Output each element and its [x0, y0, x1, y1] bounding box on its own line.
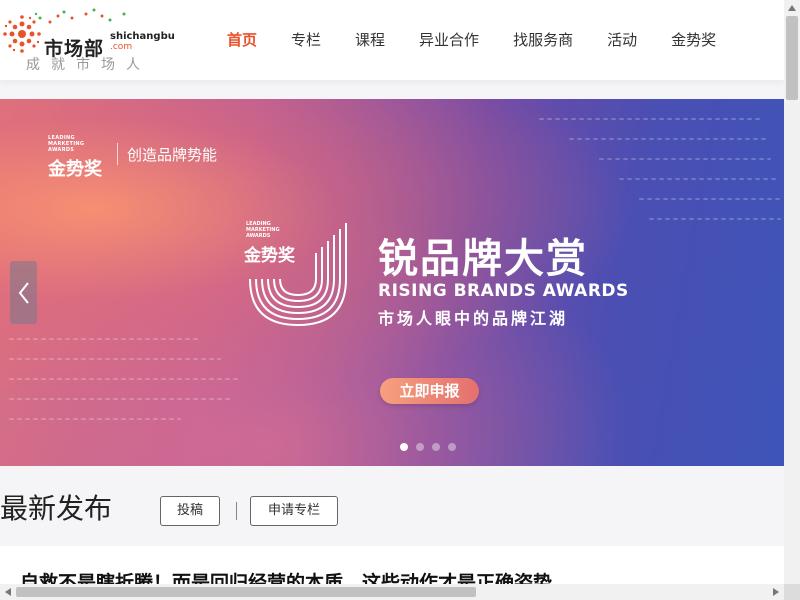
banner-brand-cn: 金势奖: [48, 159, 102, 180]
latest-section-title: 最新发布: [0, 492, 113, 525]
emblem-cn: 金势奖: [244, 246, 295, 266]
scroll-up-arrow-icon[interactable]: [784, 0, 800, 16]
apply-column-button[interactable]: 申请专栏: [250, 496, 338, 526]
logo-domain: .com: [110, 42, 133, 52]
carousel-dot-4[interactable]: [448, 443, 456, 451]
scroll-left-arrow-icon[interactable]: [0, 584, 16, 600]
nav-item-cross-cooperation[interactable]: 异业合作: [402, 0, 496, 80]
award-subtitle: 市场人眼中的品牌江湖: [378, 309, 569, 328]
banner-brand-logo: LEADING MARKETING AWARDS 金势奖: [48, 135, 103, 181]
nav-item-events[interactable]: 活动: [590, 0, 654, 80]
apply-now-button[interactable]: 立即申报: [380, 378, 479, 404]
carousel-dot-1[interactable]: [400, 443, 408, 451]
nav-item-columns[interactable]: 专栏: [274, 0, 338, 80]
emblem-en: LEADING MARKETING AWARDS: [246, 221, 280, 239]
site-header: 市场部 shichangbu .com 成就市场人 首页 专栏 课程 异业合作 …: [0, 0, 784, 80]
logo-slogan: 成就市场人: [26, 57, 151, 73]
scroll-right-arrow-icon[interactable]: [768, 584, 784, 600]
nav-item-find-providers[interactable]: 找服务商: [496, 0, 590, 80]
carousel-dot-3[interactable]: [432, 443, 440, 451]
award-emblem: LEADING MARKETING AWARDS 金势奖: [242, 219, 354, 331]
award-title: 锐品牌大赏: [378, 236, 588, 282]
submit-article-button[interactable]: 投稿: [160, 496, 220, 526]
vertical-scrollbar[interactable]: [784, 0, 800, 584]
nav-item-courses[interactable]: 课程: [338, 0, 402, 80]
horizontal-scrollbar[interactable]: [0, 584, 784, 600]
horizontal-scroll-thumb[interactable]: [16, 587, 476, 597]
carousel-dot-2[interactable]: [416, 443, 424, 451]
banner-brand-en: LEADING MARKETING AWARDS: [48, 135, 85, 153]
hero-banner[interactable]: LEADING MARKETING AWARDS 金势奖 创造品牌势能 LEAD…: [0, 99, 784, 466]
main-nav: 首页 专栏 课程 异业合作 找服务商 活动 金势奖: [210, 0, 733, 80]
logo-pinyin: shichangbu: [110, 31, 175, 42]
nav-item-awards[interactable]: 金势奖: [654, 0, 733, 80]
logo-spray-dots: [48, 8, 126, 24]
carousel-dots: [400, 443, 456, 451]
chevron-left-icon: [18, 281, 29, 304]
carousel-prev-button[interactable]: [10, 261, 37, 324]
banner-brand-tagline: 创造品牌势能: [127, 146, 218, 164]
scrollbar-corner: [784, 584, 800, 600]
banner-brand-divider: [117, 143, 118, 165]
site-logo[interactable]: 市场部 shichangbu .com 成就市场人: [0, 6, 180, 74]
vertical-scroll-thumb[interactable]: [786, 16, 798, 100]
award-title-en: RISING BRANDS AWARDS: [378, 281, 629, 301]
logo-burst-icon: [3, 12, 42, 53]
nav-item-home[interactable]: 首页: [210, 0, 274, 80]
button-divider: [236, 502, 237, 520]
